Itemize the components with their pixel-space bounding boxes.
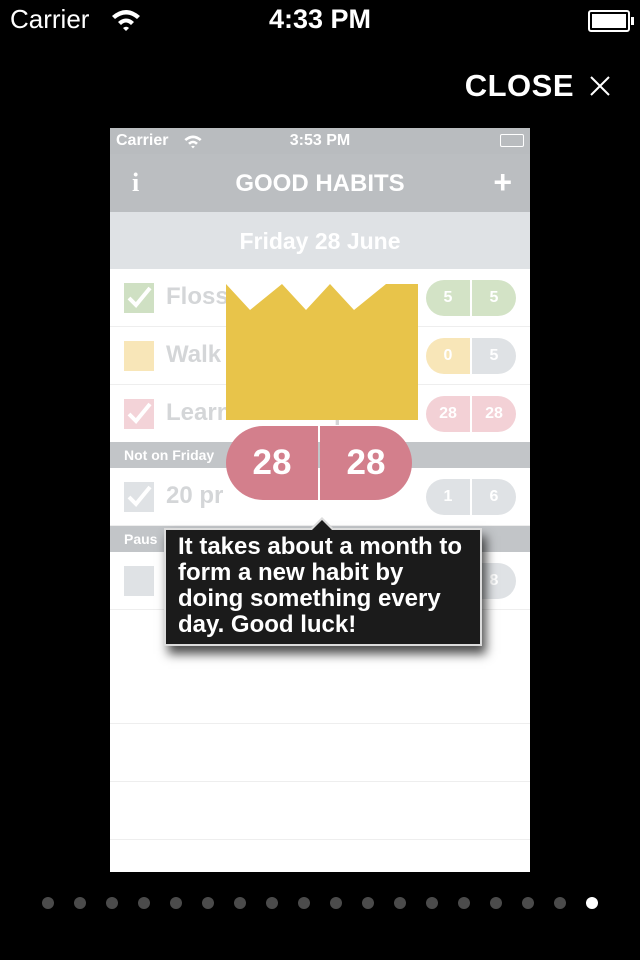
streak-pill: 05 — [426, 338, 516, 374]
empty-row — [110, 666, 530, 724]
inner-status-bar: Carrier 3:53 PM — [110, 128, 530, 154]
date-label: Friday 28 June — [239, 228, 401, 254]
tooltip-text: It takes about a month to form a new hab… — [178, 533, 463, 638]
inner-battery-icon — [500, 134, 524, 147]
page-dot[interactable] — [458, 897, 470, 909]
status-time: 4:33 PM — [268, 4, 372, 34]
streak-current: 0 — [426, 338, 472, 374]
page-dot[interactable] — [266, 897, 278, 909]
page-dot[interactable] — [426, 897, 438, 909]
tooltip-arrow-inner — [312, 520, 332, 530]
page-dot[interactable] — [138, 897, 150, 909]
streak-current: 5 — [426, 280, 472, 316]
page-dot[interactable] — [202, 897, 214, 909]
streak-current: 28 — [426, 396, 472, 432]
streak-best: 5 — [472, 280, 516, 316]
page-dot[interactable] — [394, 897, 406, 909]
streak-best: 5 — [472, 338, 516, 374]
section-title: Paus — [124, 531, 158, 547]
nav-bar: i GOOD HABITS + — [110, 154, 530, 212]
streak-best: 28 — [472, 396, 516, 432]
streak-pill: 55 — [426, 280, 516, 316]
page-dot[interactable] — [554, 897, 566, 909]
close-icon — [590, 76, 610, 96]
add-icon: + — [493, 164, 512, 200]
page-dot[interactable] — [42, 897, 54, 909]
streak-counter-current: 28 — [226, 426, 318, 500]
date-header: Friday 28 June — [110, 212, 530, 269]
empty-row — [110, 724, 530, 782]
page-dot[interactable] — [298, 897, 310, 909]
streak-best: 6 — [472, 479, 516, 515]
page-dot[interactable] — [586, 897, 598, 909]
section-title: Not on Friday — [124, 447, 215, 463]
checkbox-checked-icon[interactable] — [124, 399, 154, 429]
close-button[interactable]: CLOSE — [465, 66, 612, 106]
status-bar: Carrier 4:33 PM — [0, 0, 640, 40]
streak-pill: 16 — [426, 479, 516, 515]
tooltip-callout: It takes about a month to form a new hab… — [164, 517, 482, 646]
page-dot[interactable] — [106, 897, 118, 909]
streak-current: 1 — [426, 479, 472, 515]
page-dot[interactable] — [522, 897, 534, 909]
crown-icon — [226, 284, 418, 420]
page-indicator[interactable] — [0, 894, 640, 912]
streak-pill: 28 28 — [426, 396, 516, 432]
page-dot[interactable] — [74, 897, 86, 909]
checkbox-icon[interactable] — [124, 341, 154, 371]
inner-time: 3:53 PM — [289, 132, 351, 149]
page-dot[interactable] — [170, 897, 182, 909]
page-dot[interactable] — [330, 897, 342, 909]
checkbox-checked-icon[interactable] — [124, 482, 154, 512]
empty-row — [110, 782, 530, 840]
app-screenshot: Carrier 3:53 PM i GOOD HABITS + Friday 2… — [110, 128, 530, 872]
habit-label: 20 pr — [166, 482, 224, 509]
page-dot[interactable] — [362, 897, 374, 909]
streak-counter: 28 28 — [226, 426, 412, 500]
streak-counter-best: 28 — [320, 426, 412, 500]
checkbox-icon[interactable] — [124, 566, 154, 596]
checkbox-checked-icon[interactable] — [124, 283, 154, 313]
habit-label: Floss — [166, 283, 229, 310]
app-title: GOOD HABITS — [235, 170, 405, 197]
battery-icon — [588, 10, 634, 32]
close-label: CLOSE — [464, 68, 574, 103]
page-dot[interactable] — [234, 897, 246, 909]
page-dot[interactable] — [490, 897, 502, 909]
